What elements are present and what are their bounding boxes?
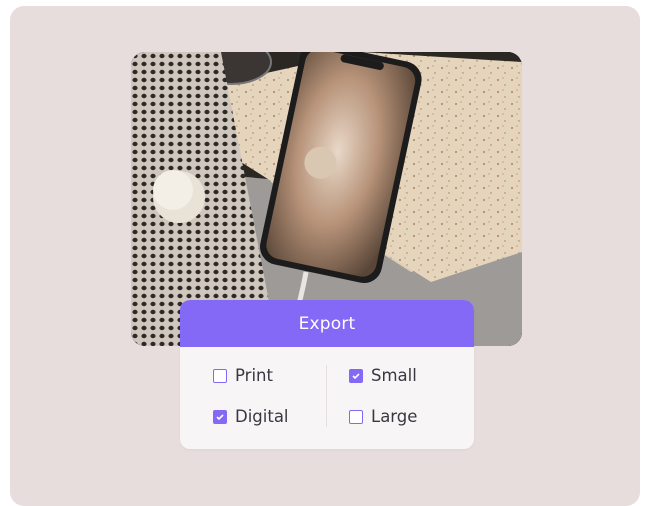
option-label: Large (371, 407, 418, 426)
option-label: Small (371, 366, 417, 385)
export-title: Export (180, 300, 474, 347)
option-digital[interactable]: Digital (213, 407, 289, 426)
checkbox-icon[interactable] (349, 409, 363, 424)
checkbox-icon[interactable] (213, 368, 227, 383)
option-large[interactable]: Large (349, 407, 417, 426)
option-label: Digital (235, 407, 289, 426)
checkbox-checked-icon[interactable] (213, 409, 227, 424)
export-options: Print Digital Small Large (180, 347, 474, 449)
checkbox-checked-icon[interactable] (349, 368, 363, 383)
option-print[interactable]: Print (213, 366, 273, 385)
column-divider (326, 365, 327, 427)
export-panel: Export Print Digital Small Large (180, 300, 474, 449)
option-label: Print (235, 366, 273, 385)
option-small[interactable]: Small (349, 366, 417, 385)
